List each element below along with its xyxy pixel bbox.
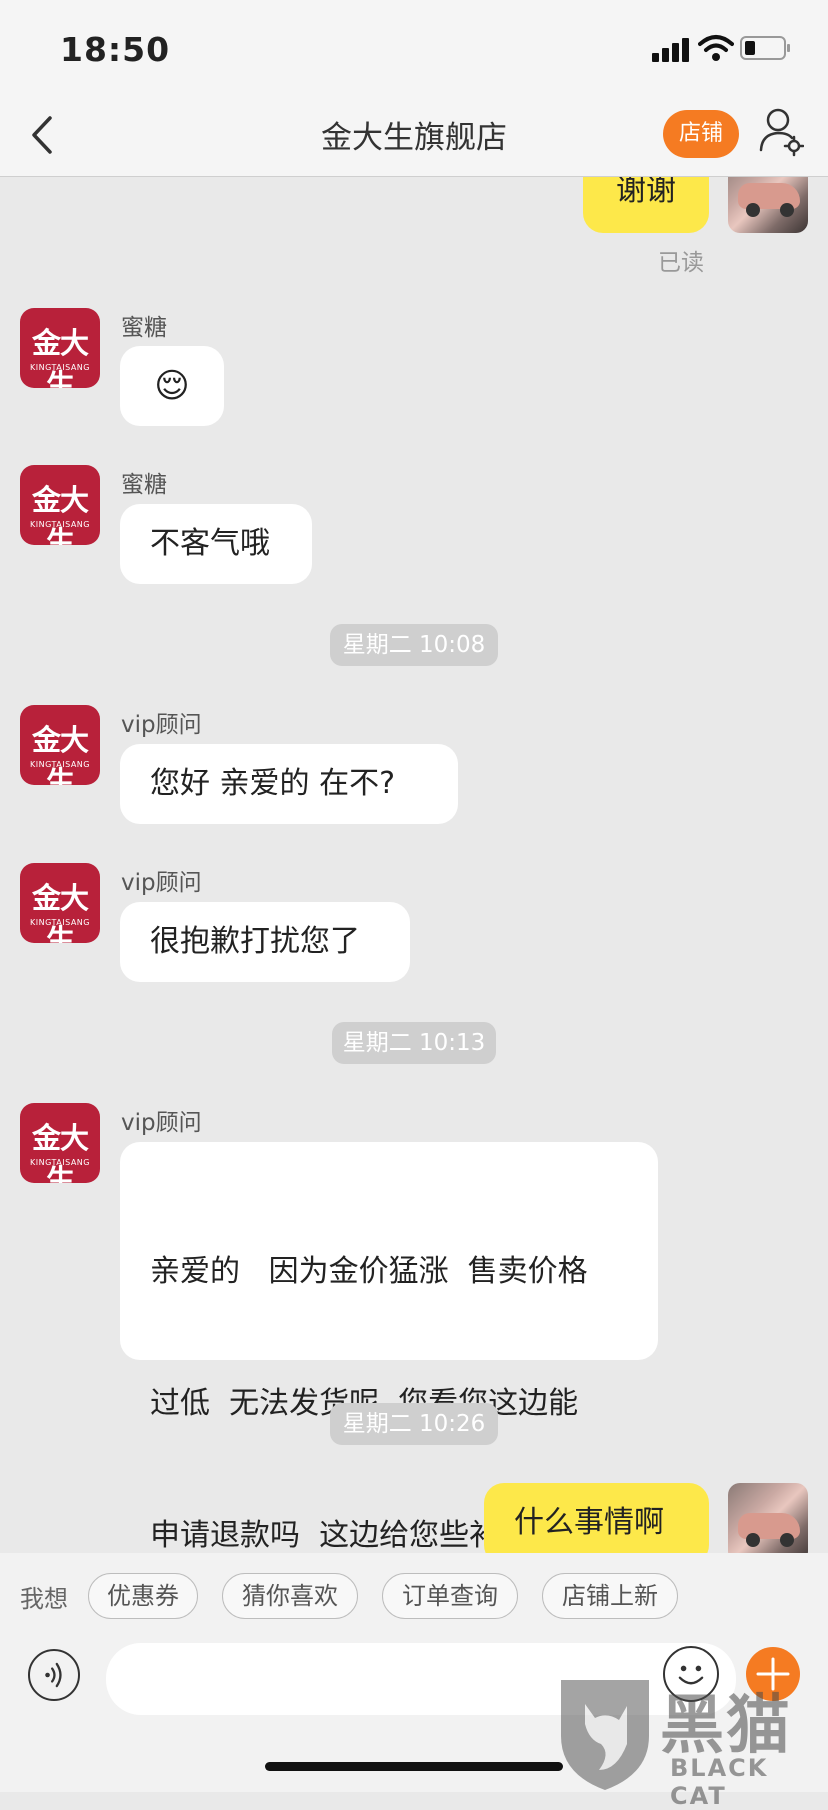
black-cat-watermark: 黑猫 BLACK CAT — [555, 1674, 828, 1810]
message-text: 很抱歉打扰您了 — [150, 924, 360, 959]
quick-chip-coupon[interactable]: 优惠券 — [88, 1573, 198, 1619]
message-bubble-incoming[interactable]: 😌 — [120, 346, 224, 426]
quick-reply-label: 我想 — [20, 1585, 68, 1613]
cat-shield-logo-icon — [561, 1680, 649, 1790]
shop-avatar[interactable]: 金大生 KINGTAISANG — [20, 863, 100, 943]
message-text: 您好 亲爱的 在不? — [150, 766, 395, 801]
cellular-signal-icon — [652, 36, 692, 62]
message-bubble-incoming[interactable]: 不客气哦 — [120, 504, 312, 584]
wifi-icon — [698, 35, 734, 61]
quick-chip-new-arrivals[interactable]: 店铺上新 — [542, 1573, 678, 1619]
timestamp: 星期二 10:26 — [330, 1403, 498, 1445]
user-avatar[interactable] — [728, 1483, 808, 1553]
watermark-subtitle: BLACK CAT — [670, 1754, 769, 1810]
message-bubble-incoming[interactable]: 您好 亲爱的 在不? — [120, 744, 458, 824]
shop-avatar[interactable]: 金大生 KINGTAISANG — [20, 465, 100, 545]
status-bar: 18:50 — [0, 0, 828, 96]
user-settings-icon[interactable] — [758, 106, 804, 158]
message-bubble-outgoing[interactable]: 什么事情啊 — [484, 1483, 709, 1553]
chat-message-list[interactable]: 谢谢 已读 金大生 KINGTAISANG 蜜糖 😌 金大生 KINGTAISANG… — [0, 177, 828, 1553]
home-indicator[interactable] — [265, 1762, 563, 1771]
shop-avatar[interactable]: 金大生 KINGTAISANG — [20, 705, 100, 785]
user-avatar[interactable] — [728, 177, 808, 233]
sender-name: vip顾问 — [121, 870, 202, 896]
message-bubble-incoming[interactable]: 很抱歉打扰您了 — [120, 902, 410, 982]
message-text: 不客气哦 — [150, 526, 270, 561]
sender-name: 蜜糖 — [121, 472, 167, 498]
message-text-line: 亲爱的 因为金价猛涨 售卖价格 — [150, 1254, 588, 1289]
watermark-title: 黑猫 — [660, 1689, 792, 1763]
emoji-sticker: 😌 — [154, 366, 190, 406]
voice-input-icon[interactable] — [28, 1649, 80, 1701]
message-bubble-outgoing[interactable]: 谢谢 — [583, 177, 709, 233]
status-time: 18:50 — [60, 30, 171, 69]
battery-icon — [740, 36, 790, 60]
sender-name: 蜜糖 — [121, 315, 167, 341]
quick-chip-order-query[interactable]: 订单查询 — [382, 1573, 518, 1619]
quick-chip-recommend[interactable]: 猜你喜欢 — [222, 1573, 358, 1619]
timestamp: 星期二 10:13 — [332, 1022, 496, 1064]
shop-avatar[interactable]: 金大生 KINGTAISANG — [20, 308, 100, 388]
read-status: 已读 — [658, 250, 704, 276]
shop-button[interactable]: 店铺 — [663, 110, 739, 158]
message-text: 谢谢 — [616, 177, 676, 208]
sender-name: vip顾问 — [121, 1110, 202, 1136]
message-bubble-incoming[interactable]: 亲爱的 因为金价猛涨 售卖价格 过低 无法发货呢 您看您这边能 申请退款吗 这边… — [120, 1142, 658, 1553]
sender-name: vip顾问 — [121, 712, 202, 738]
message-text: 什么事情啊 — [514, 1505, 664, 1540]
chat-header: 金大生旗舰店 店铺 — [0, 96, 828, 177]
shop-avatar[interactable]: 金大生 KINGTAISANG — [20, 1103, 100, 1183]
quick-reply-bar: 我想 优惠券 猜你喜欢 订单查询 店铺上新 — [0, 1553, 828, 1643]
timestamp: 星期二 10:08 — [330, 624, 498, 666]
